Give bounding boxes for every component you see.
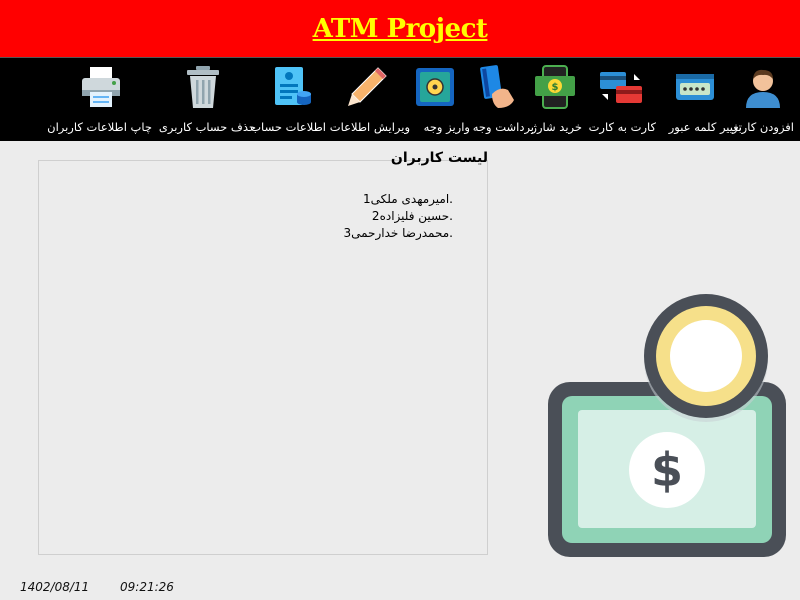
card-transfer-icon xyxy=(600,72,642,103)
toolbar-card-to-card-label: کارت به کارت xyxy=(588,120,656,134)
toolbar-print-users-label: چاپ اطلاعات کاربران xyxy=(47,120,152,134)
account-info-icon xyxy=(275,67,311,105)
status-time: 09:21:26 xyxy=(120,580,174,594)
users-panel-title: لیست کاربران xyxy=(390,150,488,166)
user-name: محمدرضا خدارحمی xyxy=(351,226,450,240)
title-bar: ATM Project xyxy=(0,0,800,57)
trash-icon xyxy=(187,66,219,108)
user-name: امیرمهدی ملکی xyxy=(370,192,450,206)
user-icon xyxy=(746,69,780,108)
users-list: امیرمهدی ملکی1. حسین فلیزاده2. محمدرضا خ… xyxy=(339,191,453,242)
user-name: حسین فلیزاده xyxy=(379,209,450,223)
toolbar-card-to-card-button[interactable]: کارت به کارت xyxy=(589,58,656,141)
safe-icon xyxy=(416,68,454,106)
list-item[interactable]: حسین فلیزاده2. xyxy=(339,208,453,225)
toolbar-withdraw-button[interactable]: برداشت وجه xyxy=(473,58,534,141)
card-in-hand-icon xyxy=(480,65,514,108)
toolbar-change-password-button[interactable]: تغییر کلمه عبور xyxy=(669,58,742,141)
list-item[interactable]: امیرمهدی ملکی1. xyxy=(339,191,453,208)
toolbar: افزودن کاربر تغییر کلمه عبور کارت به کار… xyxy=(0,57,800,141)
toolbar-print-users-button[interactable]: چاپ اطلاعات کاربران xyxy=(47,58,152,141)
toolbar-account-info-label: اطلاعات حساب xyxy=(250,120,326,134)
toolbar-change-password-label: تغییر کلمه عبور xyxy=(668,120,742,134)
status-date: 1402/08/11 xyxy=(20,580,90,594)
money-coin-icon: $ xyxy=(548,294,786,557)
toolbar-delete-account-button[interactable]: حذف حساب کاربری xyxy=(159,58,256,141)
users-list-box[interactable]: امیرمهدی ملکی1. حسین فلیزاده2. محمدرضا خ… xyxy=(38,160,488,555)
toolbar-edit-info-button[interactable]: ویرایش اطلاعات xyxy=(330,58,410,141)
password-field-icon xyxy=(676,74,714,100)
toolbar-account-info-button[interactable]: اطلاعات حساب xyxy=(250,58,326,141)
toolbar-add-user-button[interactable]: افزودن کاربر xyxy=(732,58,794,141)
toolbar-edit-info-label: ویرایش اطلاعات xyxy=(329,120,410,134)
svg-text:$: $ xyxy=(552,82,559,93)
mobile-cash-icon: $ xyxy=(535,65,575,109)
app-title: ATM Project xyxy=(312,13,488,44)
toolbar-withdraw-label: برداشت وجه xyxy=(472,120,534,134)
toolbar-deposit-label: واریز وجه xyxy=(423,120,470,134)
svg-text:$: $ xyxy=(651,443,683,497)
toolbar-deposit-button[interactable]: واریز وجه xyxy=(412,58,470,141)
toolbar-delete-account-label: حذف حساب کاربری xyxy=(158,120,256,134)
printer-icon xyxy=(82,67,120,107)
toolbar-buy-charge-button[interactable]: $ خرید شارژ xyxy=(531,58,582,141)
toolbar-buy-charge-label: خرید شارژ xyxy=(531,120,582,134)
list-item[interactable]: محمدرضا خدارحمی3. xyxy=(339,225,453,242)
pencil-icon xyxy=(348,67,387,106)
